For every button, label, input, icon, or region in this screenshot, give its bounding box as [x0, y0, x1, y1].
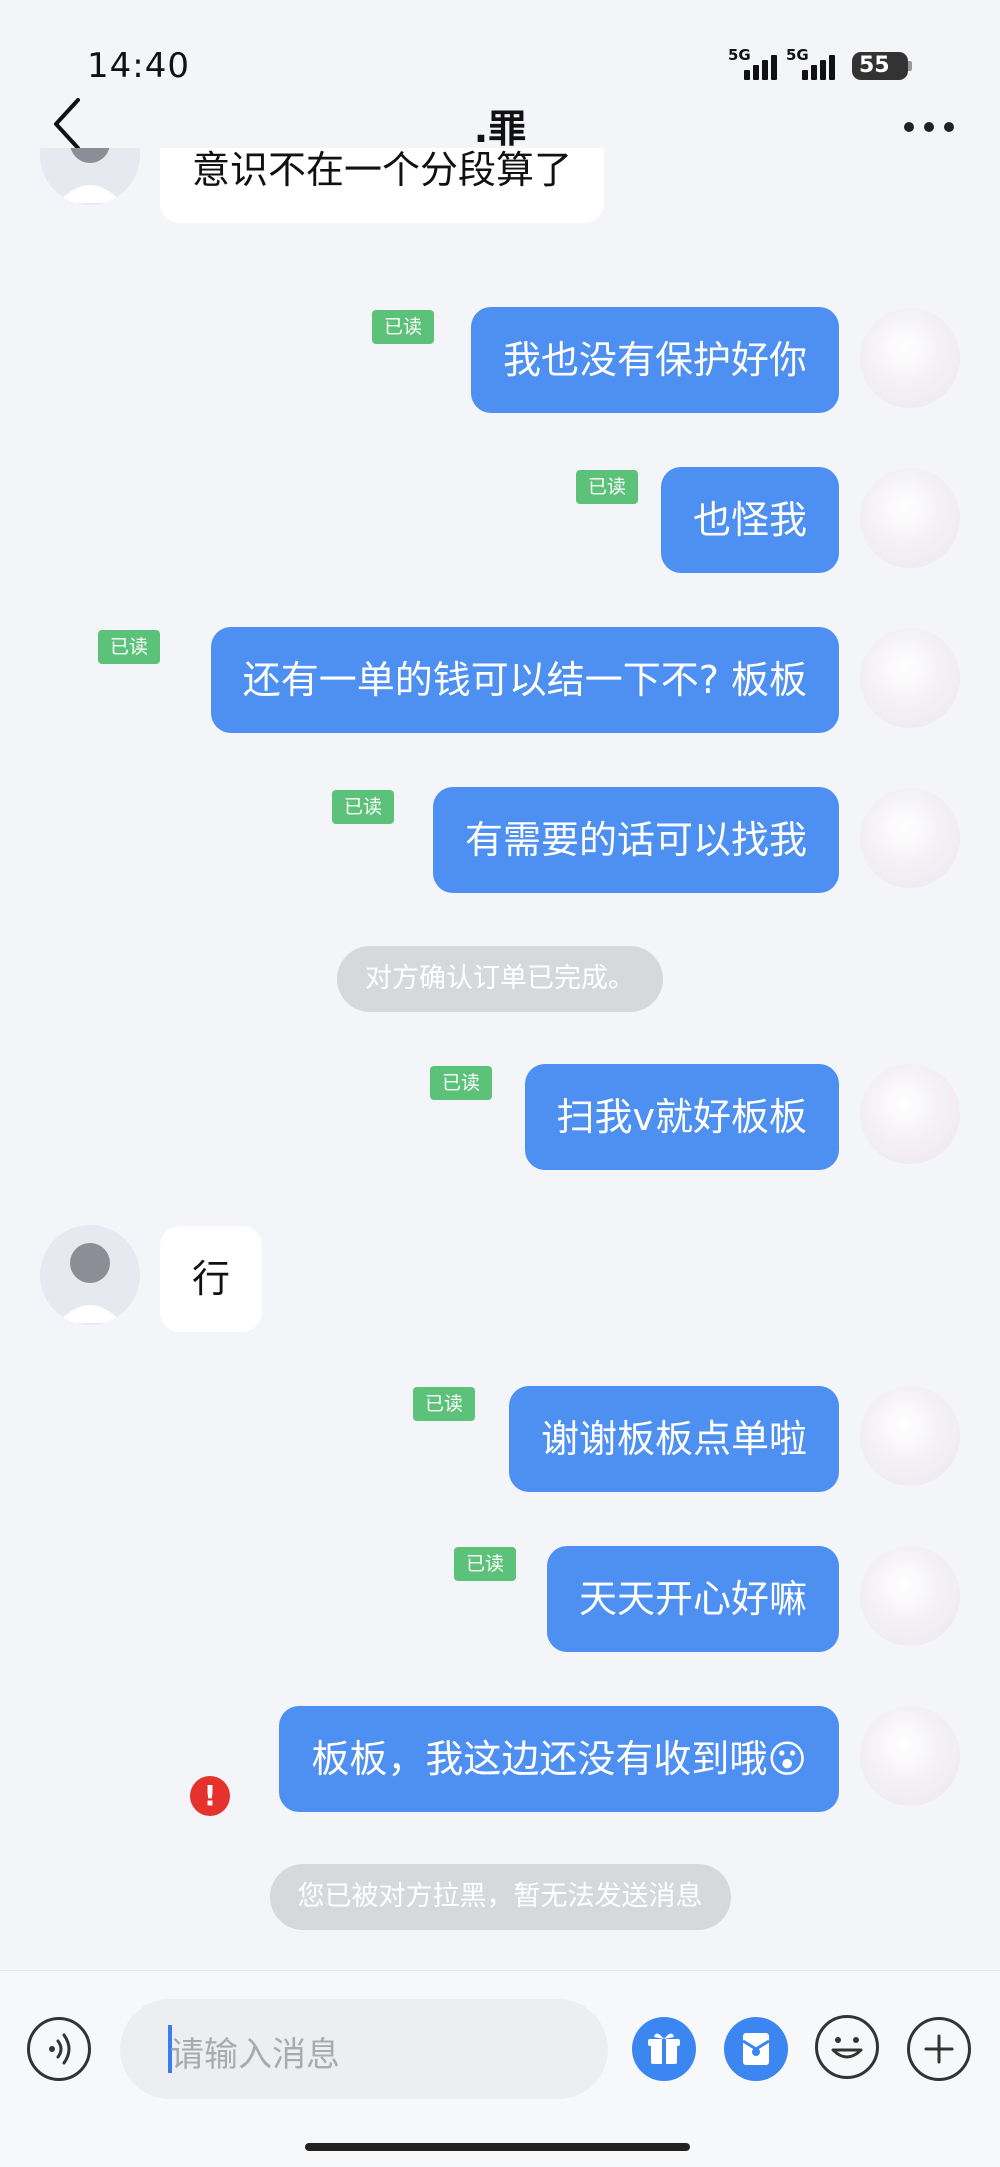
- input-placeholder: 请输入消息: [170, 2035, 340, 2075]
- voice-icon: [49, 2033, 71, 2065]
- read-badge: 已读: [576, 470, 639, 504]
- home-indicator[interactable]: [305, 2143, 690, 2151]
- cell-signal-icon-2: 5G: [786, 44, 842, 84]
- message-bubble[interactable]: 板板，我这边还没有收到哦😮: [279, 1706, 839, 1812]
- message-bubble[interactable]: 还有一单的钱可以结一下不? 板板: [210, 627, 839, 733]
- my-avatar[interactable]: [860, 468, 960, 568]
- more-actions-button[interactable]: [907, 2017, 971, 2081]
- gift-button[interactable]: [632, 2017, 696, 2081]
- my-avatar[interactable]: [860, 1546, 960, 1646]
- message-bubble[interactable]: 谢谢板板点单啦: [508, 1386, 839, 1492]
- read-badge: 已读: [372, 310, 435, 344]
- message-row: 意识不在一个分段算了: [0, 148, 1000, 252]
- message-bubble[interactable]: 有需要的话可以找我: [432, 787, 839, 893]
- blocked-notice: 您已被对方拉黑，暂无法发送消息: [0, 1864, 1000, 1930]
- emoji-icon: [831, 2037, 863, 2059]
- my-avatar[interactable]: [860, 308, 960, 408]
- more-button[interactable]: [900, 110, 960, 140]
- my-avatar[interactable]: [860, 628, 960, 728]
- plus-icon: [924, 2034, 954, 2064]
- message-bubble[interactable]: 也怪我: [660, 467, 839, 573]
- read-badge: 已读: [332, 790, 395, 824]
- message-bubble[interactable]: 我也没有保护好你: [470, 307, 839, 413]
- read-badge: 已读: [454, 1547, 517, 1581]
- message-bubble[interactable]: 行: [160, 1226, 263, 1332]
- read-badge: 已读: [413, 1387, 476, 1421]
- input-bar: 请输入消息: [0, 1970, 1000, 2167]
- error-icon[interactable]: !: [190, 1776, 230, 1816]
- read-badge: 已读: [430, 1066, 493, 1100]
- voice-button[interactable]: [27, 2017, 91, 2081]
- message-bubble[interactable]: 扫我v就好板板: [524, 1064, 839, 1170]
- system-notice: 对方确认订单已完成。: [0, 946, 1000, 1012]
- message-bubble[interactable]: 意识不在一个分段算了: [160, 148, 605, 223]
- battery-level: 55: [859, 53, 890, 78]
- chat-title: .罪: [473, 107, 527, 151]
- read-badge: 已读: [98, 630, 161, 664]
- gift-icon: [648, 2033, 680, 2064]
- red-packet-icon: [742, 2033, 770, 2065]
- contact-avatar[interactable]: [40, 1225, 140, 1325]
- cell-signal-icon: 5G: [728, 44, 784, 84]
- my-avatar[interactable]: [860, 788, 960, 888]
- contact-avatar[interactable]: [40, 148, 140, 205]
- message-bubble[interactable]: 天天开心好嘛: [546, 1546, 839, 1652]
- message-input[interactable]: 请输入消息: [120, 1999, 608, 2099]
- my-avatar[interactable]: [860, 1064, 960, 1164]
- my-avatar[interactable]: [860, 1706, 960, 1806]
- emoji-button[interactable]: [815, 2015, 879, 2079]
- red-packet-button[interactable]: [724, 2017, 788, 2081]
- my-avatar[interactable]: [860, 1386, 960, 1486]
- battery-icon: 55: [852, 52, 912, 80]
